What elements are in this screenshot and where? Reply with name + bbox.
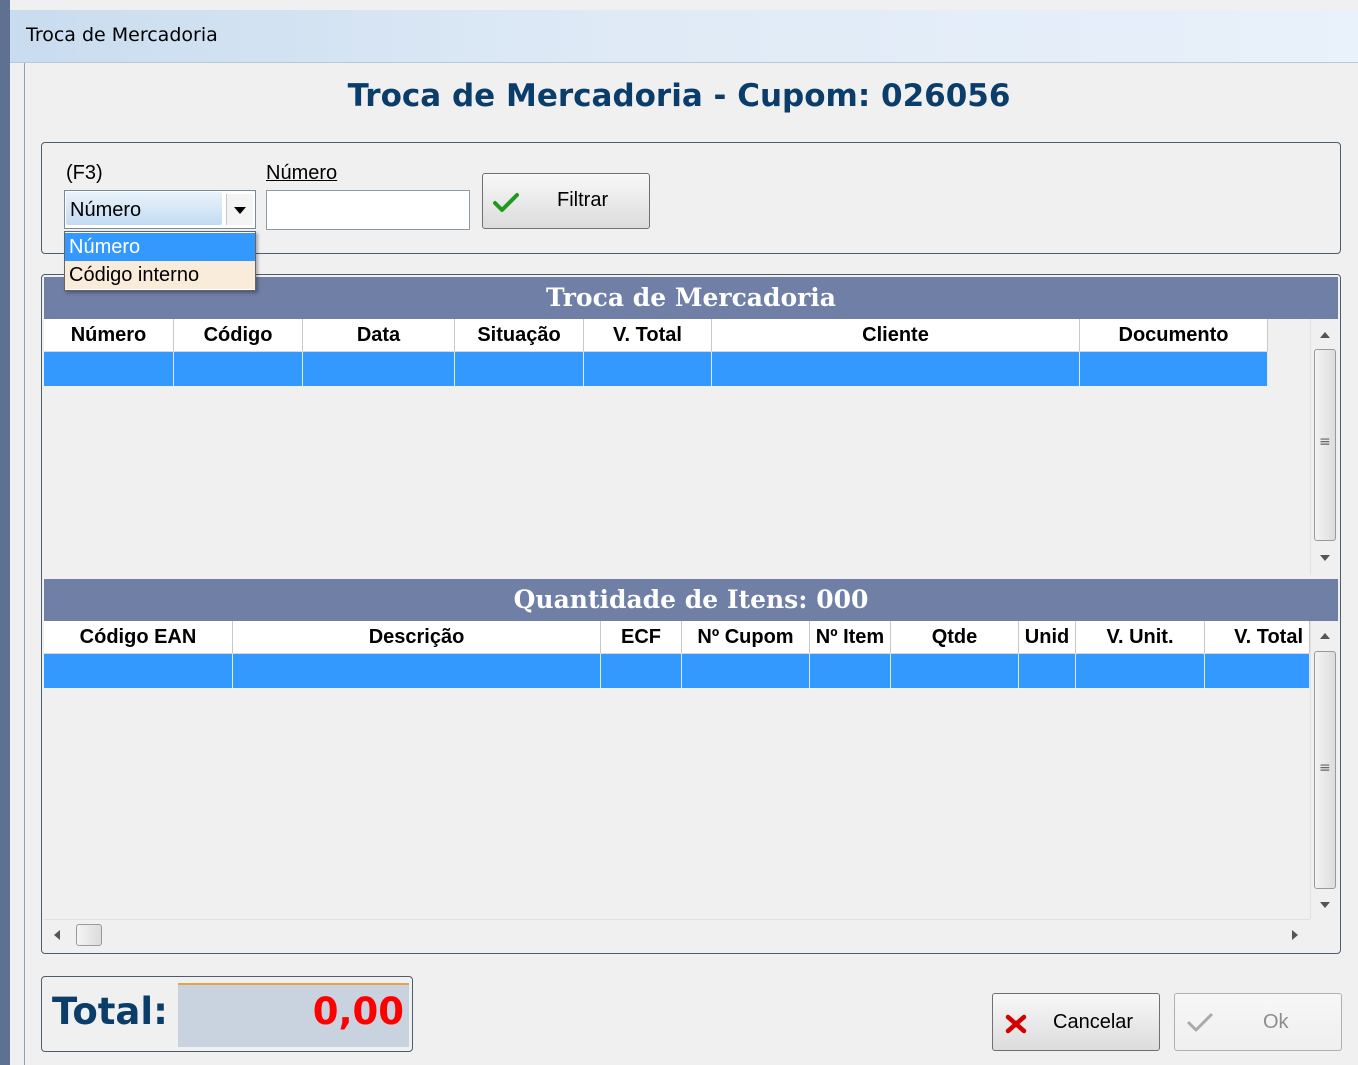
grid2-cell-vtotal[interactable] [1205,654,1310,688]
scroll-up-icon[interactable] [1320,332,1330,338]
grid2-col-num-item[interactable]: Nº Item [810,621,891,653]
cancel-label: Cancelar [1053,1011,1134,1033]
grid2-col-vtotal[interactable]: V. Total [1205,621,1310,653]
scroll-left-icon[interactable] [54,930,60,940]
grid2-cell-descricao[interactable] [233,654,601,688]
grid2-cell-unid[interactable] [1019,654,1076,688]
ok-label: Ok [1263,1011,1289,1033]
scroll-up-icon[interactable] [1320,633,1330,639]
scroll-down-icon[interactable] [1320,555,1330,561]
grid2-col-unid[interactable]: Unid [1019,621,1076,653]
grid2-cell-num-item[interactable] [810,654,891,688]
grid1-cell-numero[interactable] [44,352,174,386]
grid1-cell-documento[interactable] [1080,352,1268,386]
grid1-col-vtotal[interactable]: V. Total [584,319,712,351]
total-value: 0,00 [312,990,404,1033]
filtrar-label: Filtrar [557,189,609,211]
grid1-scroll-thumb[interactable]: ≡ [1314,349,1336,541]
grid1-cell-cliente[interactable] [712,352,1080,386]
grid1-col-cliente[interactable]: Cliente [712,319,1080,351]
grid2-header-row: Código EAN Descrição ECF Nº Cupom Nº Ite… [44,621,1310,654]
grid2-cell-qtde[interactable] [891,654,1019,688]
checkmark-icon [1187,1013,1213,1032]
combo-dropdown-list: Número Código interno [64,231,256,291]
grid2-col-qtde[interactable]: Qtde [891,621,1019,653]
grid2-cell-num-cupom[interactable] [682,654,810,688]
grid2-cell-ecf[interactable] [601,654,682,688]
grid2-horizontal-scrollbar[interactable] [44,919,1310,950]
grid1-cell-vtotal[interactable] [584,352,712,386]
filtrar-button[interactable]: Filtrar [482,173,650,229]
grid1-col-codigo[interactable]: Código [174,319,303,351]
grid1-header-row: Número Código Data Situação V. Total Cli… [44,319,1268,352]
grid2-col-descricao[interactable]: Descrição [233,621,601,653]
grid1-col-situacao[interactable]: Situação [455,319,584,351]
grid1-cell-codigo[interactable] [174,352,303,386]
background-window-edge [0,0,10,1065]
grip-icon: ≡ [1319,434,1331,450]
dropdown-option-codigo-interno[interactable]: Código interno [65,261,255,289]
grid2-col-codigo-ean[interactable]: Código EAN [44,621,233,653]
grid2-title-band: Quantidade de Itens: 000 [44,579,1338,621]
ok-button[interactable]: Ok [1174,993,1342,1051]
scroll-right-icon[interactable] [1292,930,1298,940]
grid2-cell-codigo-ean[interactable] [44,654,233,688]
grid1-cell-situacao[interactable] [455,352,584,386]
checkmark-icon [493,193,519,212]
page-title: Troca de Mercadoria - Cupom: 026056 [347,78,1011,114]
grid2-table-row[interactable] [44,654,1310,688]
numero-input[interactable] [266,190,470,230]
grid1-vertical-scrollbar[interactable]: ≡ [1310,319,1339,575]
numero-label: Número [266,162,338,184]
chevron-down-icon [234,207,246,214]
grid1-col-documento[interactable]: Documento [1080,319,1268,351]
dropdown-option-numero[interactable]: Número [65,233,255,261]
scroll-down-icon[interactable] [1320,902,1330,908]
grid1-table-row[interactable] [44,352,1268,386]
f3-label: (F3) [66,162,103,184]
grip-icon: ≡ [1319,760,1331,776]
cancel-button[interactable]: Cancelar [992,993,1160,1051]
grid1-col-data[interactable]: Data [303,319,455,351]
grid2-vertical-scrollbar[interactable]: ≡ [1310,621,1339,919]
grid1-col-numero[interactable]: Número [44,319,174,351]
grid2-scroll-thumb[interactable]: ≡ [1314,651,1336,889]
total-label: Total: [52,990,168,1033]
grid2-hscroll-thumb[interactable] [76,924,102,946]
grid2-col-vunit[interactable]: V. Unit. [1076,621,1205,653]
grid2-cell-vunit[interactable] [1076,654,1205,688]
grid2-col-num-cupom[interactable]: Nº Cupom [682,621,810,653]
grid2-col-ecf[interactable]: ECF [601,621,682,653]
window-title: Troca de Mercadoria [26,24,218,46]
grid1-cell-data[interactable] [303,352,455,386]
close-icon [1005,1014,1027,1034]
combo-selected-value: Número [70,199,142,221]
